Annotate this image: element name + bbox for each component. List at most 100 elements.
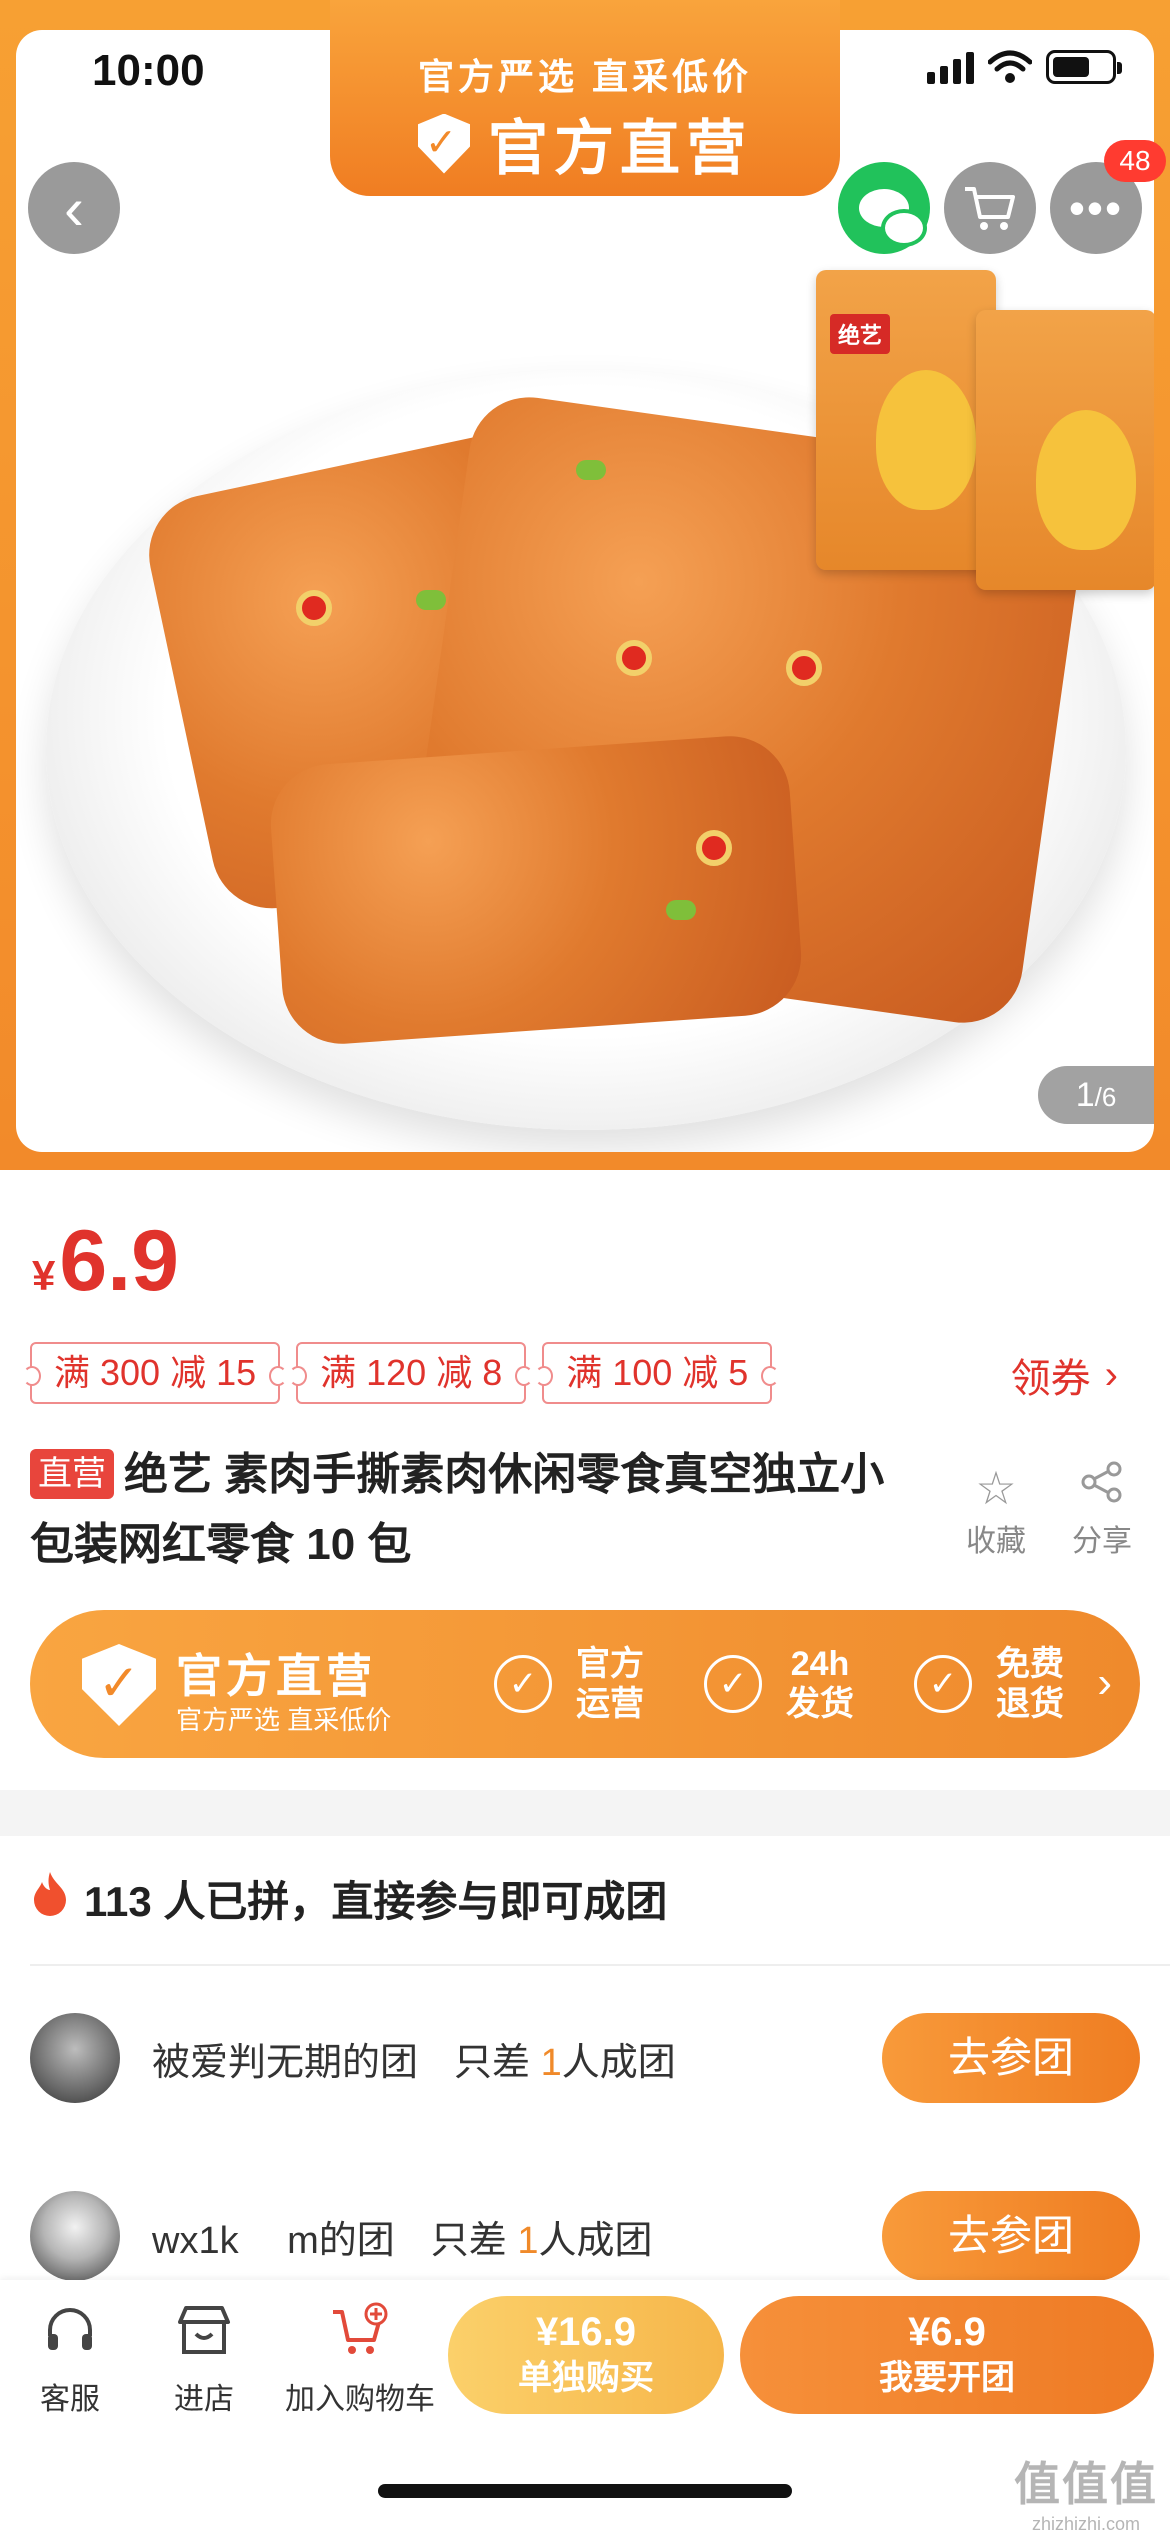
banner-slogan: 官方严选 直采低价 xyxy=(417,56,752,97)
add-to-cart-label: 加入购物车 xyxy=(285,2383,435,2416)
coupon-tag[interactable]: 满 300 减 15 xyxy=(22,1342,288,1404)
pepper-graphic xyxy=(296,590,332,626)
star-icon: ☆ xyxy=(975,1462,1017,1514)
group-need-suffix: 人成团 xyxy=(561,2041,676,2084)
feature-label: 24h发货 xyxy=(786,1645,854,1723)
coupon-list: 满 300 减 15 满 120 减 8 满 100 减 5 xyxy=(22,1342,780,1404)
group-need-count: 1 xyxy=(517,2219,539,2262)
pepper-graphic xyxy=(696,830,732,866)
solo-label: 单独购买 xyxy=(518,2359,654,2397)
group-need-prefix: 只差 xyxy=(454,2041,531,2084)
solo-price: ¥16.9 xyxy=(535,2310,637,2354)
battery-icon xyxy=(1046,50,1122,84)
share-button[interactable]: 分享 xyxy=(1052,1460,1152,1560)
image-counter-total: /6 xyxy=(1094,1082,1117,1112)
status-time: 10:00 xyxy=(92,46,205,95)
claim-coupon-label: 领券 xyxy=(1010,1357,1091,1401)
start-group-button[interactable]: ¥6.9 我要开团 xyxy=(740,2296,1154,2414)
more-dots-icon: ••• xyxy=(1068,182,1124,234)
watermark-logo: 值值值 xyxy=(1014,2458,1158,2510)
avatar xyxy=(30,2013,120,2103)
package-mascot-graphic xyxy=(1036,410,1136,550)
add-to-cart-button[interactable]: 加入购物车 xyxy=(282,2302,438,2418)
official-bar-subtitle: 官方严选 直采低价 xyxy=(176,1705,392,1735)
greens-graphic xyxy=(666,900,696,920)
favorite-button[interactable]: ☆ 收藏 xyxy=(946,1460,1046,1560)
product-title-text: 绝艺 素肉手撕素肉休闲零食真空独立小包装网红零食 10 包 xyxy=(30,1450,885,1569)
greens-graphic xyxy=(416,590,446,610)
pepper-graphic xyxy=(786,650,822,686)
banner-title: 官方直营 xyxy=(488,115,752,182)
coupon-tag[interactable]: 满 120 减 8 xyxy=(289,1342,534,1404)
direct-sale-tag: 直营 xyxy=(30,1449,114,1499)
group-row: wx1k m的团 只差 1人成团 去参团 xyxy=(30,2186,1140,2286)
price-currency: ¥ xyxy=(32,1252,56,1299)
home-indicator[interactable] xyxy=(378,2484,792,2498)
group-label: 我要开团 xyxy=(879,2359,1015,2397)
cart-icon xyxy=(965,187,1015,230)
banner-title-row: 官方直营 xyxy=(330,100,840,187)
join-group-button[interactable]: 去参团 xyxy=(882,2191,1140,2281)
store-label: 进店 xyxy=(174,2383,234,2416)
product-package-graphic xyxy=(976,310,1154,590)
wechat-share-button[interactable] xyxy=(838,162,930,254)
package-label: 绝艺 xyxy=(830,314,891,354)
headset-icon xyxy=(32,2302,108,2374)
image-counter: 1/6 xyxy=(1038,1066,1154,1124)
check-circle-icon: ✓ xyxy=(914,1655,972,1713)
check-circle-icon: ✓ xyxy=(494,1655,552,1713)
shield-check-icon xyxy=(82,1644,156,1726)
feature-label: 免费退货 xyxy=(996,1645,1064,1723)
chevron-right-icon: › xyxy=(1097,1658,1112,1707)
group-row: 被爱判无期的团 只差 1人成团 去参团 xyxy=(30,2008,1140,2108)
greens-graphic xyxy=(576,460,606,480)
group-need-count: 1 xyxy=(540,2041,562,2084)
customer-service-label: 客服 xyxy=(40,2383,100,2416)
image-counter-current: 1 xyxy=(1075,1076,1095,1114)
price: ¥ 6.9 xyxy=(32,1212,179,1311)
share-icon xyxy=(1052,1460,1152,1516)
claim-coupon-button[interactable]: 领券 › xyxy=(1011,1346,1118,1404)
flame-icon xyxy=(30,1870,70,1927)
group-name: wx1k m的团 xyxy=(152,2219,395,2262)
group-buy-header-text: 113 人已拼，直接参与即可成团 xyxy=(84,1878,668,1925)
chevron-right-icon: › xyxy=(1104,1352,1118,1397)
group-need: 只差 1人成团 xyxy=(454,2031,676,2086)
divider xyxy=(30,1964,1170,1966)
avatar xyxy=(30,2191,120,2281)
group-price: ¥6.9 xyxy=(908,2310,986,2354)
store-button[interactable]: 进店 xyxy=(166,2302,242,2418)
pepper-graphic xyxy=(616,640,652,676)
coupon-tag[interactable]: 满 100 减 5 xyxy=(535,1342,780,1404)
product-package-graphic: 绝艺 xyxy=(816,270,996,570)
cart-add-icon xyxy=(282,2302,438,2374)
check-circle-icon: ✓ xyxy=(704,1655,762,1713)
official-bar-title: 官方直营 xyxy=(176,1650,376,1702)
customer-service-button[interactable]: 客服 xyxy=(32,2302,108,2418)
product-image-area: 绝艺 10:00 官方严选 直采低价 官方直营 ‹ xyxy=(0,0,1170,1170)
favorite-label: 收藏 xyxy=(966,1525,1026,1558)
group-name: 被爱判无期的团 xyxy=(152,2041,419,2084)
product-title: 直营 绝艺 素肉手撕素肉休闲零食真空独立小包装网红零食 10 包 xyxy=(30,1440,890,1580)
notification-badge: 48 xyxy=(1104,140,1166,182)
chevron-left-icon: ‹ xyxy=(64,174,84,242)
status-icons xyxy=(927,50,1122,84)
join-group-button[interactable]: 去参团 xyxy=(882,2013,1140,2103)
cart-button[interactable] xyxy=(944,162,1036,254)
wifi-icon xyxy=(988,50,1032,83)
feature-official-operation: ✓ 官方运营 xyxy=(494,1644,650,1724)
section-divider xyxy=(0,1790,1170,1836)
watermark: 值值值 zhizhizhi.com xyxy=(1014,2448,1158,2532)
feature-24h-shipping: ✓ 24h发货 xyxy=(704,1644,860,1724)
buy-solo-button[interactable]: ¥16.9 单独购买 xyxy=(448,2296,724,2414)
price-value: 6.9 xyxy=(59,1213,179,1309)
signal-icon xyxy=(927,50,974,84)
official-service-bar[interactable]: 官方直营 官方严选 直采低价 ✓ 官方运营 ✓ 24h发货 ✓ 免费退货 › xyxy=(30,1610,1140,1758)
store-icon xyxy=(166,2302,242,2374)
group-need-prefix: 只差 xyxy=(430,2219,507,2262)
feature-free-return: ✓ 免费退货 xyxy=(914,1644,1070,1724)
watermark-url: zhizhizhi.com xyxy=(1031,2514,1141,2532)
group-need-suffix: 人成团 xyxy=(538,2219,653,2262)
back-button[interactable]: ‹ xyxy=(28,162,120,254)
package-mascot-graphic xyxy=(876,370,976,510)
